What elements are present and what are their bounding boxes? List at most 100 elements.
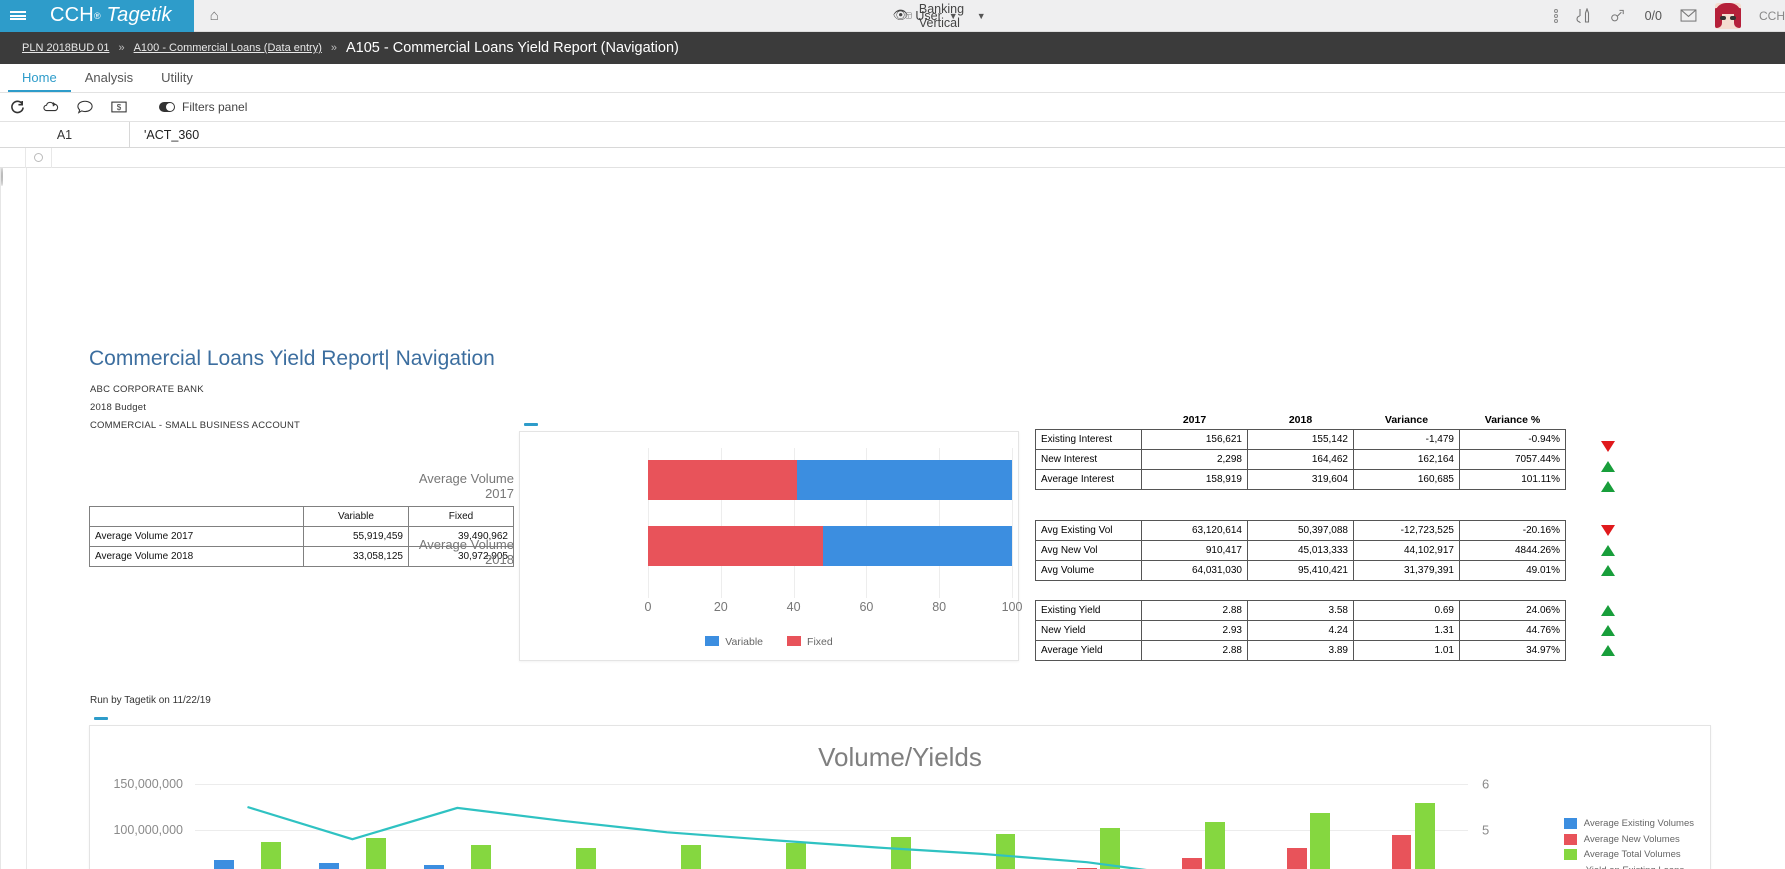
formula-input[interactable]: 'ACT_360 (130, 128, 199, 142)
m2r1-variance-pct: 44.76% (1460, 621, 1566, 641)
refresh-icon[interactable] (10, 100, 25, 115)
m2r1-2017: 2.93 (1142, 621, 1248, 641)
main-chart-drag-handle[interactable] (94, 717, 108, 720)
svg-text:$: $ (117, 103, 122, 112)
table-header-row: 2017 2018 Variance Variance % (1036, 414, 1566, 430)
m1r2-label: Avg Volume (1036, 561, 1142, 581)
cell-name-box[interactable]: A1 (0, 122, 130, 148)
breadcrumb-item-1[interactable]: PLN 2018BUD 01 (22, 42, 109, 54)
x-tick-label: 100 (1002, 600, 1023, 614)
mail-icon[interactable] (1680, 9, 1697, 22)
arrow-up-icon (1601, 545, 1615, 556)
m0r0-2017: 156,621 (1142, 430, 1248, 450)
brand-secondary: Tagetik (107, 4, 172, 27)
table-row: Avg Existing Vol 63,120,614 50,397,088 -… (1036, 521, 1566, 541)
legend-item: Average Total Volumes (1564, 849, 1694, 860)
sheet-strip-cell-1 (0, 148, 26, 168)
home-icon[interactable]: ⌂ (210, 7, 219, 24)
y-axis-tick-label: 150,000,000 (113, 777, 183, 791)
y-axis-tick-label: 100,000,000 (113, 823, 183, 837)
table-row: New Interest 2,298 164,462 162,164 7057.… (1036, 450, 1566, 470)
toggle-switch-icon (159, 102, 175, 112)
metrics-table-group-1: Avg Existing Vol 63,120,614 50,397,088 -… (1035, 520, 1566, 581)
workflow-icon[interactable] (1610, 8, 1627, 24)
m0r1-variance: 162,164 (1354, 450, 1460, 470)
m0r2-variance: 160,685 (1354, 470, 1460, 490)
m0r0-variance: -1,479 (1354, 430, 1460, 450)
brand-primary: CCH (50, 4, 94, 27)
m2r2-variance: 1.01 (1354, 641, 1460, 661)
m1r2-variance-pct: 49.01% (1460, 561, 1566, 581)
filters-panel-toggle[interactable]: Filters panel (159, 100, 247, 114)
volume-mix-x-axis: 020406080100 (648, 600, 1010, 616)
ribbon-toolbar: $ Filters panel (0, 93, 1785, 122)
m1r0-2018: 50,397,088 (1248, 521, 1354, 541)
tools-icon[interactable] (1576, 8, 1592, 24)
comment-icon[interactable] (77, 100, 93, 114)
hamburger-icon[interactable] (0, 0, 36, 32)
metrics-header-2017: 2017 (1142, 414, 1248, 430)
tasks-count[interactable]: 0/0 (1645, 9, 1662, 23)
tab-analysis[interactable]: Analysis (71, 66, 147, 92)
page-title: Commercial Loans Yield Report| Navigatio… (89, 347, 495, 371)
cloud-refresh-icon[interactable] (43, 100, 59, 114)
formula-bar: A1 'ACT_360 (0, 122, 1785, 148)
metrics-table-0: 2017 2018 Variance Variance % Existing I… (1035, 414, 1566, 490)
volume-row-0-label: Average Volume 2017 (90, 527, 304, 547)
metrics-table-group-2: Existing Yield 2.88 3.58 0.69 24.06% New… (1035, 600, 1566, 661)
collapse-icon (34, 153, 43, 162)
kebab-menu-icon[interactable] (1554, 8, 1558, 24)
m0r1-label: New Interest (1036, 450, 1142, 470)
sheet-strip-cell-2[interactable] (26, 148, 52, 168)
m1r0-2017: 63,120,614 (1142, 521, 1248, 541)
sheet-strip (0, 148, 1785, 168)
chart-title: Volume/Yields (90, 742, 1710, 773)
volume-mix-chart: 020406080100 VariableFixed Average Volum… (519, 431, 1019, 661)
m1r0-variance-pct: -20.16% (1460, 521, 1566, 541)
volume-yields-chart: Volume/Yields 050,000,000100,000,000150,… (89, 725, 1711, 869)
breadcrumb-item-2[interactable]: A100 - Commercial Loans (Data entry) (134, 42, 322, 54)
trend-arrows-group-0 (1601, 436, 1615, 496)
run-by-label: Run by Tagetik on 11/22/19 (90, 695, 211, 706)
app-logo: CCH® Tagetik (36, 0, 194, 32)
app-header: CCH® Tagetik ⌂ 👁 User ▼ Banking Vertical… (0, 0, 1785, 32)
arrow-up-icon (1601, 645, 1615, 656)
m2r0-2017: 2.88 (1142, 601, 1248, 621)
x-tick-label: 0 (645, 600, 652, 614)
account-label: CCH (1759, 9, 1785, 23)
volume-mix-legend: VariableFixed (520, 636, 1018, 648)
bar-segment-fixed (648, 460, 797, 500)
report-meta-line-3: COMMERCIAL - SMALL BUSINESS ACCOUNT (90, 420, 300, 431)
status-badge-up (1601, 640, 1615, 660)
m0r2-variance-pct: 101.11% (1460, 470, 1566, 490)
snapshot-icon[interactable]: $ (111, 100, 127, 114)
m1r1-label: Avg New Vol (1036, 541, 1142, 561)
m1r2-variance: 31,379,391 (1354, 561, 1460, 581)
metrics-table-1: Avg Existing Vol 63,120,614 50,397,088 -… (1035, 520, 1566, 581)
m1r0-variance: -12,723,525 (1354, 521, 1460, 541)
tab-utility[interactable]: Utility (147, 66, 207, 92)
tab-home[interactable]: Home (8, 66, 71, 92)
legend-item-fixed: Fixed (787, 636, 833, 648)
m0r0-label: Existing Interest (1036, 430, 1142, 450)
status-badge-up (1601, 600, 1615, 620)
chart-drag-handle[interactable] (524, 423, 538, 426)
m1r1-variance-pct: 4844.26% (1460, 541, 1566, 561)
arrow-down-icon (1601, 525, 1615, 536)
brand-registered: ® (94, 11, 101, 21)
m0r2-label: Average Interest (1036, 470, 1142, 490)
app-header-right: 0/0 CCH (1554, 3, 1785, 29)
report-meta-line-2: 2018 Budget (90, 402, 146, 413)
volume-header-variable: Variable (304, 507, 409, 527)
avatar[interactable] (1715, 3, 1741, 29)
table-row: Avg New Vol 910,417 45,013,333 44,102,91… (1036, 541, 1566, 561)
gutter-collapse-icon[interactable] (1, 168, 3, 186)
m0r2-2017: 158,919 (1142, 470, 1248, 490)
m2r0-variance: 0.69 (1354, 601, 1460, 621)
m0r1-2017: 2,298 (1142, 450, 1248, 470)
m2r0-2018: 3.58 (1248, 601, 1354, 621)
bar-group (648, 460, 1010, 500)
arrow-up-icon (1601, 565, 1615, 576)
metrics-table-2: Existing Yield 2.88 3.58 0.69 24.06% New… (1035, 600, 1566, 661)
legend-item: Average New Volumes (1564, 834, 1694, 845)
